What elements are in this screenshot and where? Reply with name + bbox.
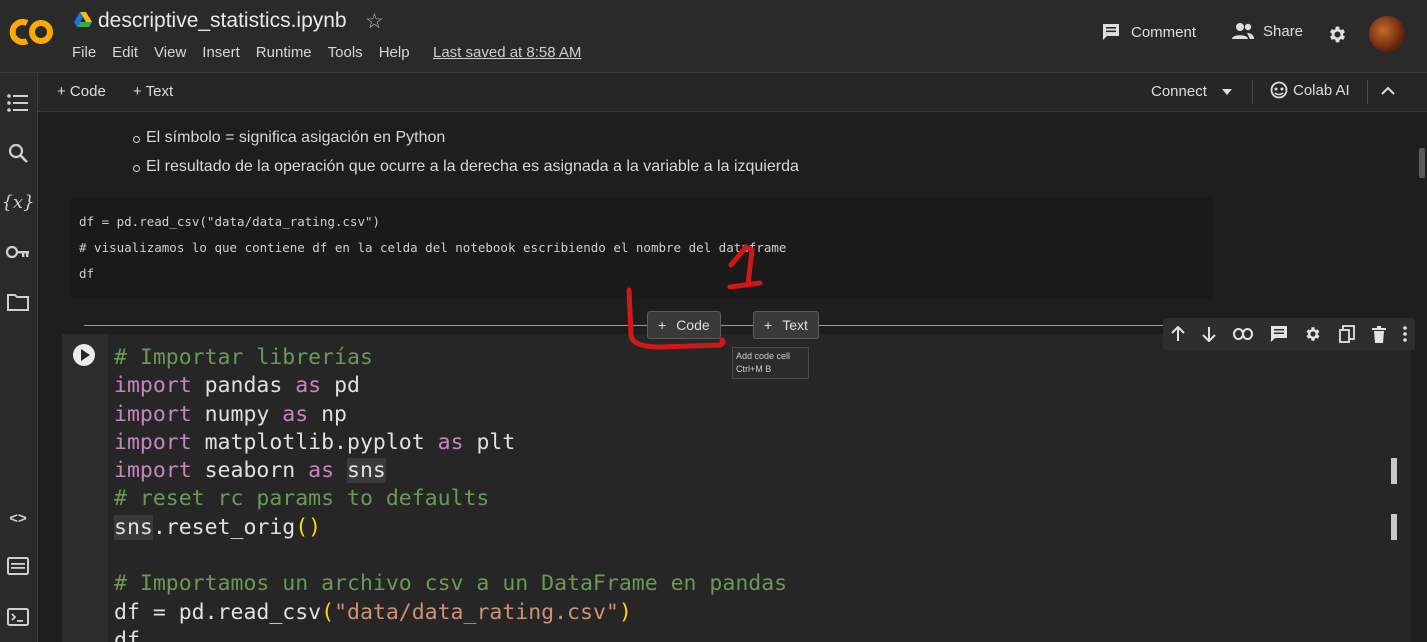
code-editor[interactable]: # Importar librerías import pandas as pd… bbox=[114, 344, 787, 642]
colab-ai-label: Colab AI bbox=[1293, 81, 1350, 99]
gear-icon bbox=[1329, 26, 1346, 43]
delete-icon[interactable] bbox=[1371, 325, 1386, 343]
scrollbar-thumb[interactable] bbox=[1419, 148, 1425, 178]
connect-button[interactable]: Connect bbox=[1151, 83, 1207, 100]
paren: ( bbox=[321, 599, 335, 625]
cell-gutter bbox=[62, 334, 108, 642]
last-saved-link[interactable]: Last saved at 8:58 AM bbox=[433, 44, 581, 61]
notebook-toolbar: + Code + Text Connect Colab AI bbox=[38, 73, 1427, 112]
account-avatar[interactable] bbox=[1369, 16, 1405, 52]
red-annotation bbox=[626, 243, 763, 350]
code-snippets-icon[interactable]: <> bbox=[4, 504, 32, 532]
terminal-icon[interactable] bbox=[4, 603, 32, 631]
share-people-icon bbox=[1232, 23, 1254, 39]
menu-bar: File Edit View Insert Runtime Tools Help bbox=[72, 44, 426, 61]
code-text: plt bbox=[463, 429, 516, 455]
command-palette-icon[interactable] bbox=[4, 552, 32, 580]
code-text: numpy bbox=[191, 401, 283, 427]
paren: ) bbox=[618, 599, 632, 625]
menu-help[interactable]: Help bbox=[379, 44, 410, 61]
add-text-button[interactable]: + Text bbox=[133, 83, 173, 100]
menu-view[interactable]: View bbox=[154, 44, 186, 61]
settings-button[interactable] bbox=[1327, 24, 1348, 45]
share-label: Share bbox=[1263, 22, 1304, 40]
scroll-marker bbox=[1391, 458, 1397, 484]
code-text: pandas bbox=[191, 373, 296, 399]
keyword: as bbox=[308, 458, 335, 484]
toolbar-divider-2 bbox=[1367, 80, 1368, 104]
menu-edit[interactable]: Edit bbox=[112, 44, 138, 61]
paren: () bbox=[295, 514, 322, 540]
notebook-title[interactable]: descriptive_statistics.ipynb bbox=[98, 9, 347, 33]
move-up-icon[interactable] bbox=[1171, 326, 1186, 342]
keyword: import bbox=[114, 401, 192, 427]
folder-icon[interactable] bbox=[4, 288, 32, 316]
chevron-down-icon[interactable] bbox=[1222, 89, 1232, 95]
top-bar: descriptive_statistics.ipynb ☆ File Edit… bbox=[0, 0, 1427, 73]
code-text: np bbox=[308, 401, 348, 427]
key-icon[interactable] bbox=[4, 238, 32, 266]
keyword: import bbox=[114, 458, 192, 484]
star-icon[interactable]: ☆ bbox=[365, 9, 384, 34]
annotation-number-one bbox=[727, 243, 763, 290]
move-down-icon[interactable] bbox=[1202, 326, 1216, 342]
text-bullet-1: El símbolo = significa asigación en Pyth… bbox=[132, 129, 446, 146]
comment-icon bbox=[1103, 24, 1119, 40]
keyword: import bbox=[114, 373, 192, 399]
colab-ai-button[interactable]: Colab AI bbox=[1270, 81, 1350, 99]
menu-file[interactable]: File bbox=[72, 44, 96, 61]
code-cell-2[interactable]: # Importar librerías import pandas as pd… bbox=[62, 334, 1411, 642]
comment-label: Comment bbox=[1131, 23, 1197, 41]
highlighted-token: sns bbox=[347, 458, 386, 484]
keyword: as bbox=[282, 401, 309, 427]
collapse-up-icon[interactable] bbox=[1381, 86, 1395, 95]
code-text: pd bbox=[321, 373, 360, 399]
drive-icon bbox=[74, 12, 92, 27]
keyword: import bbox=[114, 429, 192, 455]
code-line: df bbox=[79, 266, 95, 281]
code-text: .reset_orig bbox=[152, 514, 296, 540]
notebook-content: El símbolo = significa asigación en Pyth… bbox=[38, 112, 1418, 642]
cell-toolbar bbox=[1163, 318, 1415, 350]
comment-button[interactable]: Comment bbox=[1101, 22, 1196, 42]
insert-text-label: Text bbox=[782, 317, 808, 333]
tooltip-shortcut: Ctrl+M B bbox=[736, 364, 772, 374]
menu-tools[interactable]: Tools bbox=[328, 44, 363, 61]
code-text: seaborn bbox=[191, 458, 309, 484]
code-comment: # Importar librerías bbox=[114, 345, 373, 370]
toolbar-divider bbox=[1252, 80, 1253, 104]
menu-insert[interactable]: Insert bbox=[202, 44, 240, 61]
table-of-contents-icon[interactable] bbox=[4, 89, 32, 117]
colab-ai-icon bbox=[1270, 81, 1288, 99]
left-sidebar: {𝑥} <> bbox=[0, 73, 38, 642]
colab-logo[interactable] bbox=[8, 15, 56, 49]
scroll-marker bbox=[1391, 514, 1397, 540]
highlighted-token: sns bbox=[114, 514, 153, 540]
code-text: df bbox=[114, 627, 140, 642]
mirror-cell-icon[interactable] bbox=[1339, 325, 1356, 343]
menu-runtime[interactable]: Runtime bbox=[256, 44, 312, 61]
string-literal: "data/data_rating.csv" bbox=[334, 599, 619, 625]
annotation-bracket bbox=[626, 287, 726, 350]
link-icon[interactable] bbox=[1232, 328, 1253, 340]
comment-icon[interactable] bbox=[1270, 325, 1288, 343]
add-code-button[interactable]: + Code bbox=[57, 83, 106, 100]
code-text: matplotlib.pyplot bbox=[191, 429, 438, 455]
more-options-icon[interactable] bbox=[1402, 326, 1407, 342]
search-icon[interactable] bbox=[4, 139, 32, 167]
share-button[interactable]: Share bbox=[1232, 22, 1303, 40]
variables-icon[interactable]: {𝑥} bbox=[1, 188, 34, 216]
run-cell-button[interactable] bbox=[73, 344, 95, 366]
gear-icon[interactable] bbox=[1304, 325, 1322, 343]
keyword: as bbox=[295, 373, 322, 399]
code-line: df = pd.read_csv("data/data_rating.csv") bbox=[79, 214, 381, 229]
text-bullet-2: El resultado de la operación que ocurre … bbox=[133, 158, 799, 175]
code-text: df = pd.read_csv bbox=[114, 599, 322, 625]
keyword: as bbox=[437, 429, 464, 455]
code-comment: # Importamos un archivo csv a un DataFra… bbox=[114, 571, 788, 597]
code-comment: # reset rc params to defaults bbox=[114, 486, 490, 512]
